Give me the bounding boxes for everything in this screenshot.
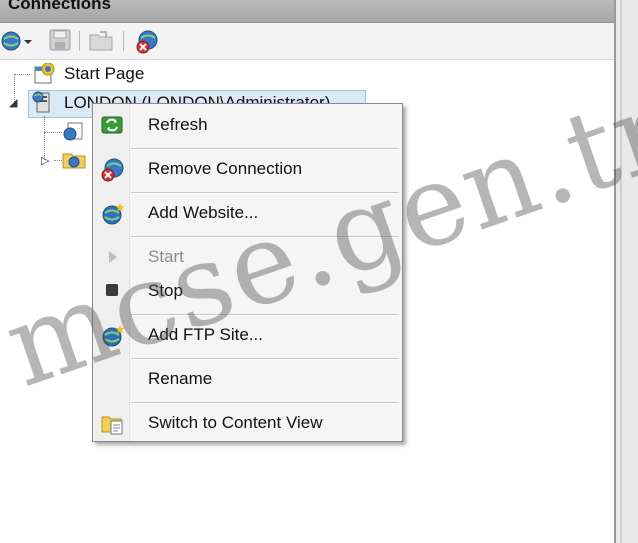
- menu-item-label: Rename: [148, 369, 213, 388]
- panel-header: Connections: [0, 0, 614, 23]
- tree-item-start-page[interactable]: Start Page: [64, 64, 144, 84]
- menu-item-label: Remove Connection: [148, 159, 303, 178]
- disconnect-icon[interactable]: [134, 28, 160, 54]
- sites-folder-icon: [62, 148, 86, 170]
- tree-line: [44, 132, 62, 133]
- menu-item-label: Refresh: [148, 115, 208, 134]
- connections-toolbar: [0, 23, 614, 60]
- start-page-icon: [32, 62, 55, 85]
- menu-item-switch-to-content-view[interactable]: Switch to Content View: [93, 406, 402, 442]
- globe-connect-icon[interactable]: [0, 28, 32, 54]
- content-view-icon: [101, 412, 123, 435]
- tree-line: [14, 74, 30, 75]
- remove-connection-icon: [101, 158, 124, 182]
- application-pools-icon: [62, 120, 84, 142]
- expand-arrow-icon[interactable]: ▷: [41, 154, 49, 167]
- menu-separator: [131, 148, 399, 150]
- menu-item-refresh[interactable]: Refresh: [93, 108, 402, 144]
- server-icon: [32, 91, 54, 113]
- panel-title: Connections: [8, 0, 111, 13]
- collapse-arrow-icon[interactable]: ◢: [9, 96, 17, 109]
- toolbar-separator: [123, 31, 124, 51]
- save-icon[interactable]: [48, 28, 74, 54]
- add-website-icon: [101, 202, 125, 225]
- open-folder-icon[interactable]: [88, 28, 114, 54]
- toolbar-separator: [79, 31, 80, 51]
- tree-line: [54, 160, 62, 161]
- menu-item-label: Switch to Content View: [148, 413, 323, 432]
- refresh-icon: [101, 114, 123, 136]
- menu-separator: [131, 402, 399, 404]
